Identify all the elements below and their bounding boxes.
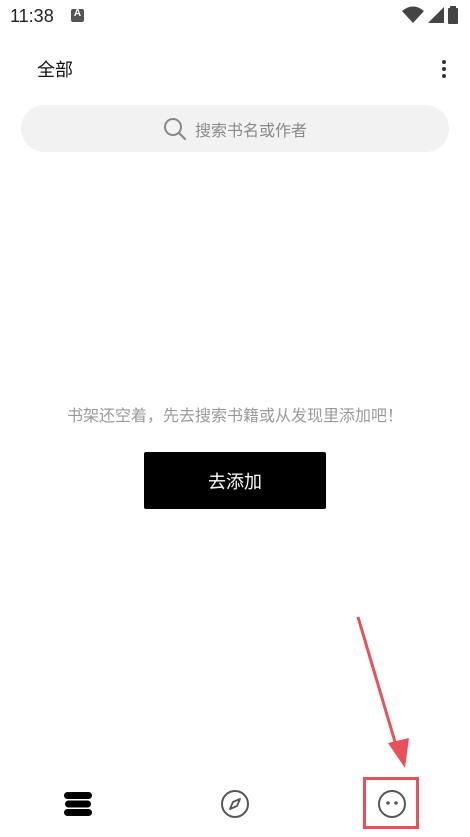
dot-icon <box>442 67 446 71</box>
add-books-button[interactable]: 去添加 <box>144 452 326 509</box>
more-options-button[interactable] <box>434 54 454 84</box>
dot-icon <box>442 60 446 64</box>
nav-tab-bookshelf[interactable] <box>38 770 118 837</box>
bookshelf-icon <box>64 791 92 816</box>
battery-icon <box>448 6 458 24</box>
bottom-navigation <box>0 770 470 837</box>
header: 全部 <box>0 44 470 94</box>
status-icons <box>402 6 458 24</box>
search-icon <box>163 117 187 140</box>
smiley-face-icon <box>378 789 406 818</box>
empty-shelf-message: 书架还空着，先去搜索书籍或从发现里添加吧！ <box>66 406 403 425</box>
signal-icon <box>428 7 444 23</box>
search-placeholder: 搜索书名或作者 <box>194 120 307 140</box>
status-time: 11:38 <box>10 6 54 26</box>
page-title[interactable]: 全部 <box>37 56 73 82</box>
dot-icon <box>442 74 446 78</box>
compass-icon <box>221 789 249 818</box>
nav-tab-mine[interactable] <box>352 770 432 837</box>
accessibility-notification-icon <box>71 8 84 22</box>
nav-tab-discover[interactable] <box>195 770 275 837</box>
search-bar[interactable]: 搜索书名或作者 <box>21 105 449 152</box>
status-bar: 11:38 <box>0 0 470 34</box>
wifi-icon <box>402 6 424 23</box>
search-inner: 搜索书名或作者 <box>163 117 307 141</box>
